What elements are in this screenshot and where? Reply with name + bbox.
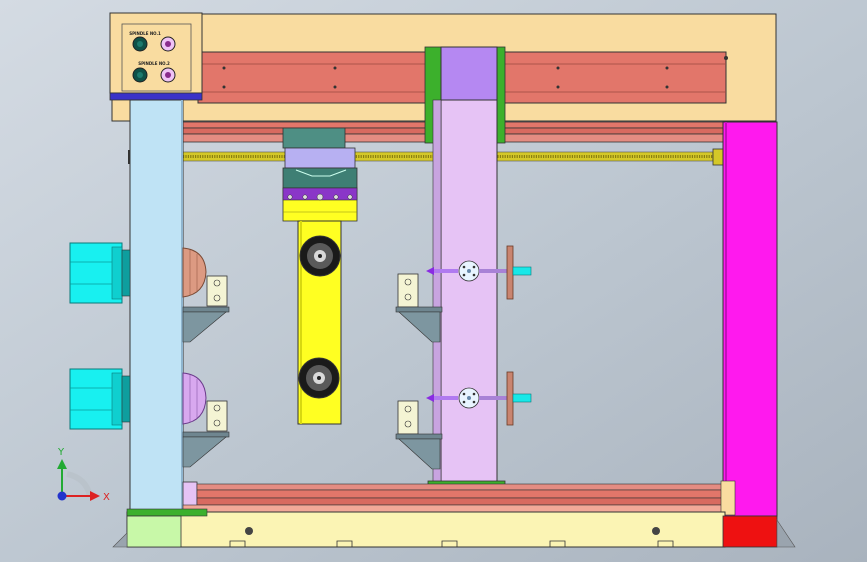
bottom-rails <box>182 483 726 514</box>
control-panel: SPINDLE NO.1 SPINDLE NO.2 <box>109 12 203 101</box>
y-axis-label: Y <box>57 447 65 458</box>
x-axis-label: X <box>103 492 110 503</box>
cad-machine-drawing: SPINDLE NO.1 SPINDLE NO.2 Y X <box>0 0 867 562</box>
spindle-1-start-knob[interactable] <box>132 36 148 52</box>
spindle-2-start-knob[interactable] <box>132 67 148 83</box>
left-workpiece-2 <box>206 400 228 432</box>
spindle-1-stop-knob[interactable] <box>160 36 176 52</box>
spindle-motor-1 <box>69 242 131 304</box>
panel-label-spindle-2: SPINDLE NO.2 <box>138 61 170 66</box>
panel-label-spindle-1: SPINDLE NO.1 <box>129 31 161 36</box>
spindle-2-stop-knob[interactable] <box>160 67 176 83</box>
tool-head-1 <box>299 235 341 277</box>
left-workpiece-1 <box>206 275 228 307</box>
right-workpiece-2 <box>397 400 419 435</box>
right-column <box>720 121 778 517</box>
spindle-motor-2 <box>69 368 131 430</box>
machine-base <box>112 508 796 548</box>
axis-origin-icon <box>57 491 67 501</box>
tool-head-2 <box>298 357 340 399</box>
right-workpiece-1 <box>397 273 419 308</box>
